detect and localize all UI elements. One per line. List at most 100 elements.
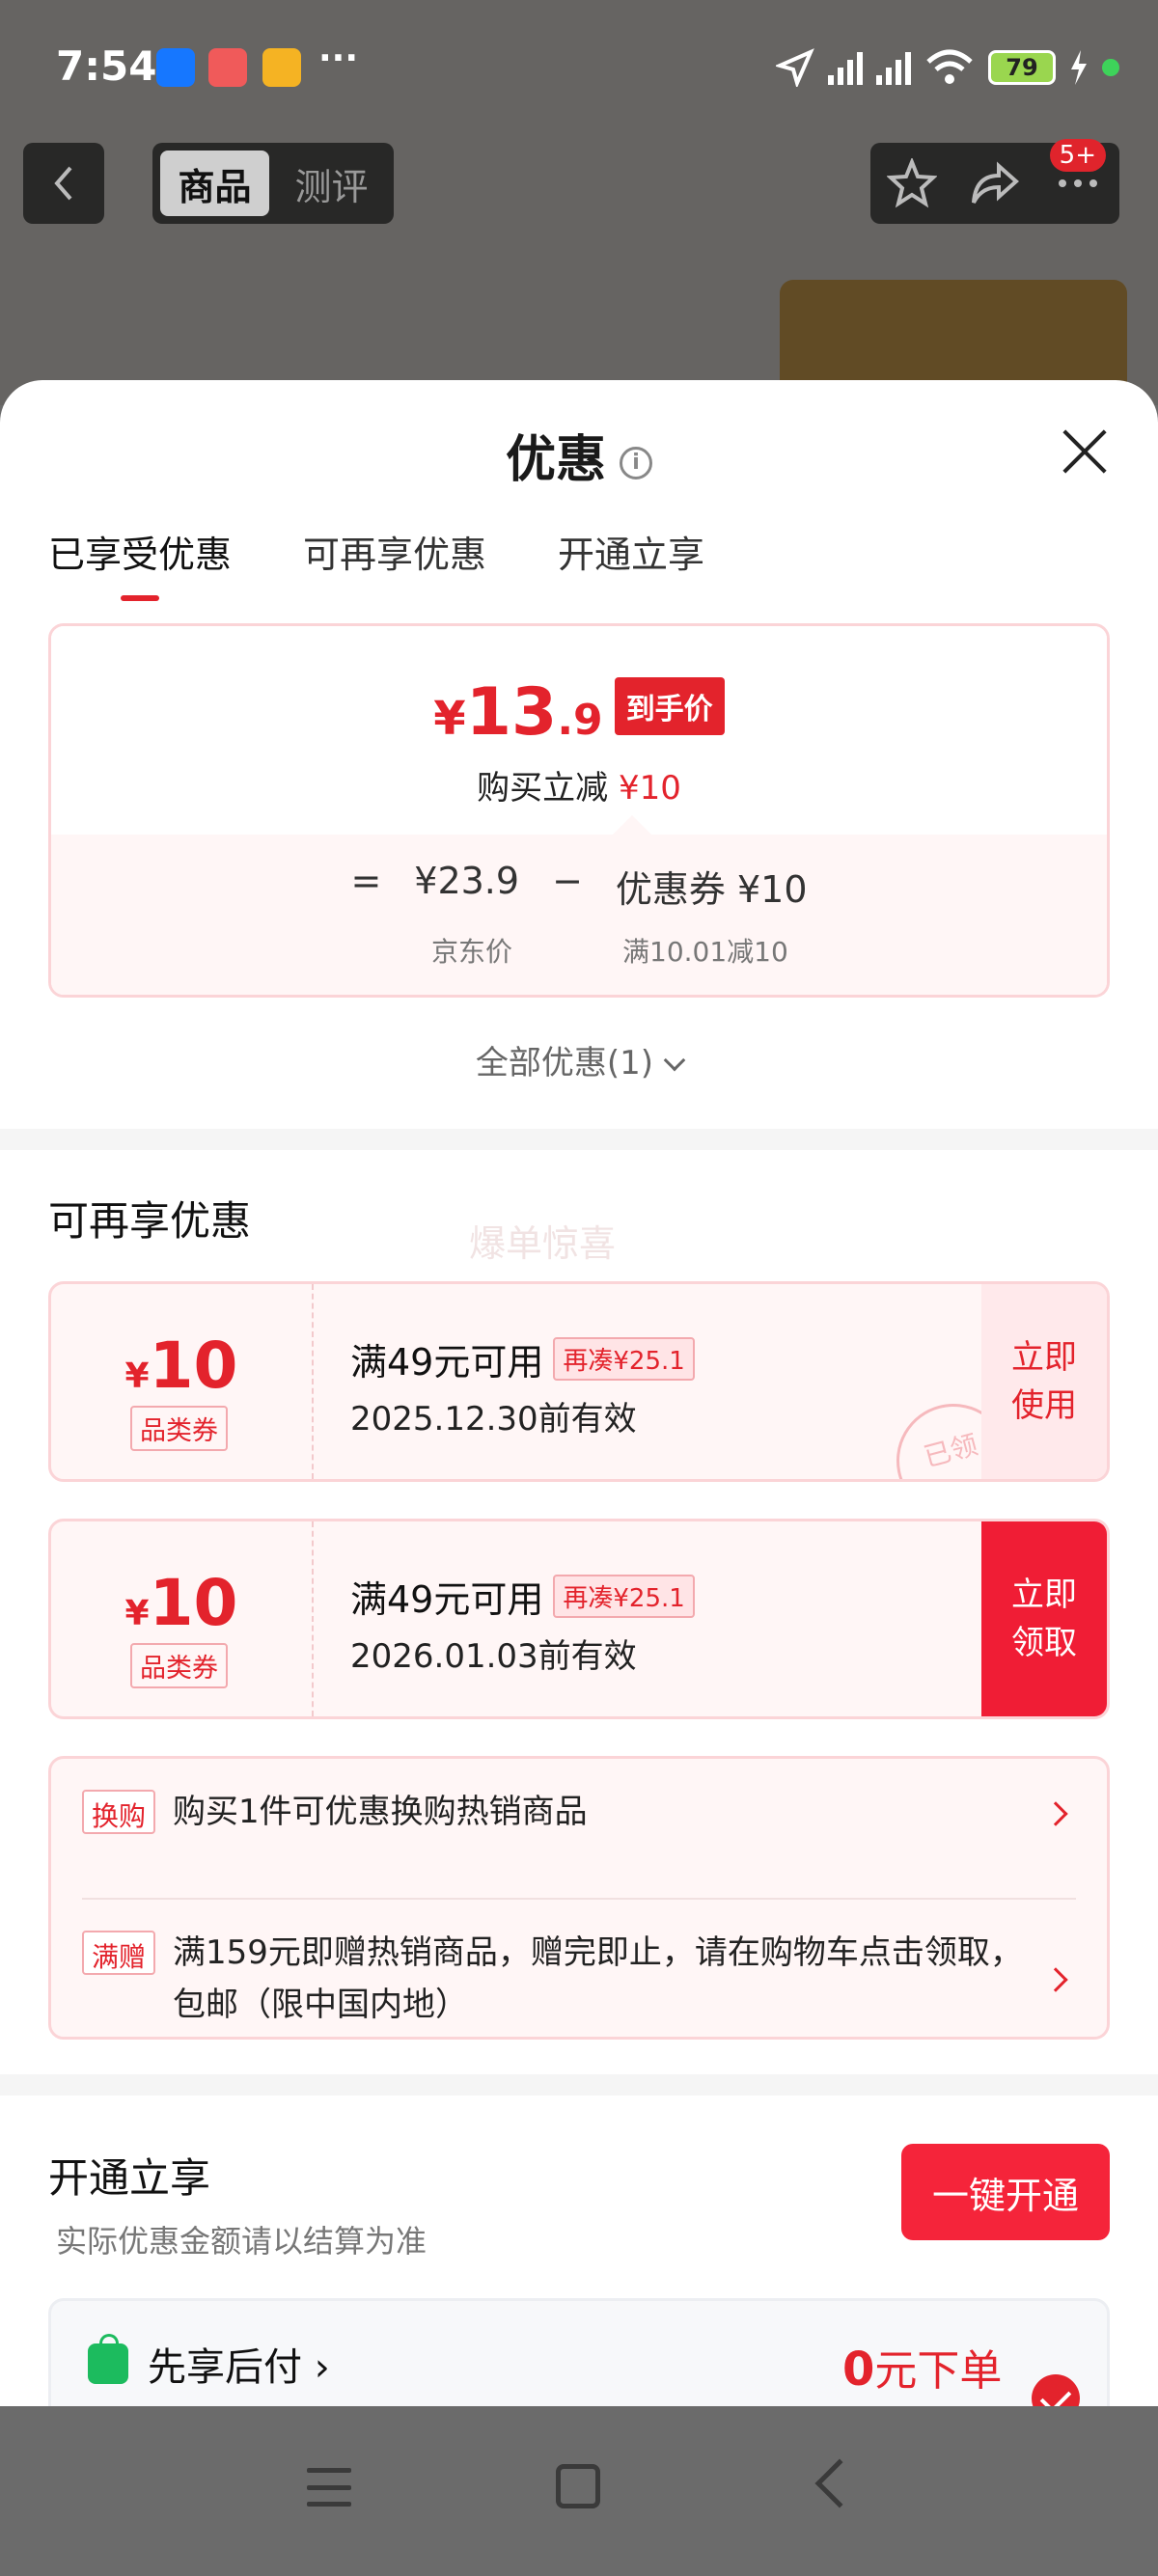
sheet-title-text: 优惠 (505, 431, 606, 489)
home-icon[interactable] (556, 2464, 600, 2508)
price-integer: 13 (465, 674, 558, 751)
recent-apps-icon[interactable] (307, 2468, 351, 2507)
discount-sheet: 优惠 i 已享受优惠 可再享优惠 开通立享 ¥13.9 到手价 购买立减 ¥10 =… (0, 380, 1158, 2406)
signal-icon (828, 50, 863, 85)
coupon-deduction: 优惠券 ¥10 (615, 868, 808, 911)
more-notifications: ··· (318, 39, 359, 78)
coupon-gap-chip: 再凑¥25.1 (553, 1575, 695, 1618)
price-breakdown: = ¥23.9 − 优惠券 ¥10 京东价 满10.01减10 (51, 815, 1107, 995)
currency-symbol: ¥ (433, 692, 466, 746)
final-price: ¥13.9 (433, 674, 602, 751)
final-price-row: ¥13.9 到手价 (51, 674, 1107, 751)
star-icon[interactable] (887, 158, 937, 208)
pay-later-suffix: 元下单 (874, 2346, 1003, 2396)
use-now-button[interactable]: 立即使用 (981, 1284, 1107, 1479)
promo-list: 换购 购买1件可优惠换购热销商品 满赠 满159元即赠热销商品，赠完即止，请在购… (48, 1756, 1110, 2040)
chevron-right-icon (1043, 1801, 1068, 1826)
tab-open[interactable]: 开通立享 (558, 525, 704, 601)
promo-tag: 换购 (82, 1790, 156, 1834)
chevron-down-icon (663, 1049, 686, 1072)
final-price-tag: 到手价 (614, 677, 725, 735)
settlement-note: 实际优惠金额请以结算为准 (56, 2223, 427, 2260)
coupon-value-area: ¥10 品类券 (51, 1284, 314, 1479)
coupon-amount-value: 10 (149, 1329, 238, 1403)
coupon-expiry: 2025.12.30前有效 (350, 1400, 637, 1439)
coupon-value-area: ¥10 品类券 (51, 1521, 314, 1716)
promo-text: 满159元即赠热销商品，赠完即止，请在购物车点击领取，包邮（限中国内地） (173, 1933, 1023, 2024)
section-divider (0, 2074, 1158, 2096)
coupon-threshold-text: 满49元可用 (350, 1341, 544, 1384)
back-icon[interactable] (814, 2458, 865, 2508)
jd-price: ¥23.9 (414, 860, 520, 902)
minus-sign: − (552, 860, 583, 902)
promo-item-gift[interactable]: 满赠 满159元即赠热销商品，赠完即止，请在购物车点击领取，包邮（限中国内地） (82, 1931, 1076, 2031)
promo-tag: 满赠 (82, 1931, 156, 1975)
more-badge: 5+ (1049, 139, 1106, 172)
claim-now-button[interactable]: 立即领取 (981, 1521, 1107, 1716)
coupon-rule-label: 满10.01减10 (622, 936, 788, 968)
tab-enjoyed[interactable]: 已享受优惠 (48, 525, 232, 601)
coupon-expiry: 2026.01.03前有效 (350, 1637, 637, 1676)
final-price-card: ¥13.9 到手价 购买立减 ¥10 = ¥23.9 − 优惠券 ¥10 京东价 … (48, 623, 1110, 998)
wifi-icon (926, 49, 973, 84)
status-time: 7:54 (56, 42, 157, 90)
coupon-card: ¥10 品类券 满49元可用 再凑¥25.1 2026.01.03前有效 立即领取 (48, 1519, 1110, 1719)
coupon-currency: ¥ (124, 1357, 150, 1396)
tab-review[interactable]: 测评 (277, 151, 386, 216)
back-button[interactable] (23, 143, 104, 224)
all-discounts-toggle[interactable]: 全部优惠(1) (0, 1036, 1158, 1083)
signal-icon-2 (876, 50, 911, 85)
coupon-amount-value: 10 (149, 1566, 238, 1640)
status-icons: 79 (776, 48, 1119, 87)
tab-more[interactable]: 可再享优惠 (303, 525, 486, 601)
status-bar: 7:54 ··· 79 (0, 0, 1158, 135)
all-discounts-label: 全部优惠(1) (475, 1044, 654, 1082)
equals-sign: = (350, 860, 382, 902)
instant-discount-label: 购买立减 (477, 769, 609, 808)
pay-later-card[interactable]: 先享后付 › 0元下单 (48, 2298, 1110, 2406)
ghost-banner-text: 爆单惊喜 (469, 1222, 617, 1265)
breakdown-notch (613, 815, 651, 835)
nav-actions: 5+ (870, 139, 1119, 224)
system-nav-bar (0, 2406, 1158, 2576)
top-nav: 商品 测评 5+ (0, 139, 1158, 226)
coupon-threshold-text: 满49元可用 (350, 1578, 544, 1621)
close-button[interactable] (1060, 426, 1110, 477)
check-icon[interactable] (1032, 2374, 1080, 2406)
one-click-open-button[interactable]: 一键开通 (901, 2144, 1110, 2240)
discount-tabs: 已享受优惠 可再享优惠 开通立享 (48, 525, 704, 601)
coupon-card: ¥10 品类券 满49元可用 再凑¥25.1 2025.12.30前有效 已领 立… (48, 1281, 1110, 1482)
notes-icon (262, 48, 301, 87)
charging-icon (1071, 50, 1087, 85)
price-decimal: .9 (557, 696, 603, 745)
coupon-currency: ¥ (124, 1594, 150, 1633)
promo-divider (82, 1898, 1076, 1900)
battery-icon: 79 (988, 50, 1056, 85)
tab-product[interactable]: 商品 (160, 151, 269, 216)
info-icon[interactable]: i (620, 447, 652, 480)
use-now-label: 立即使用 (1011, 1338, 1077, 1425)
open-section-title: 开通立享 (48, 2154, 211, 2202)
coupon-amount: ¥10 (51, 1329, 312, 1403)
coupon-type: 品类券 (130, 1643, 228, 1688)
coupon-amount: ¥10 (51, 1566, 312, 1640)
instant-discount-amount: ¥10 (618, 769, 681, 808)
sheet-title: 优惠 i (0, 419, 1158, 491)
chevron-left-icon (54, 166, 72, 201)
coupon-gap-chip: 再凑¥25.1 (553, 1337, 695, 1381)
pay-later-label: 先享后付 › (148, 2345, 330, 2390)
alipay-icon (156, 48, 195, 87)
coupon-threshold: 满49元可用 再凑¥25.1 (350, 1332, 695, 1385)
price-formula: = ¥23.9 − 优惠券 ¥10 (51, 860, 1107, 913)
instant-discount: 购买立减 ¥10 (51, 761, 1107, 808)
jd-price-label: 京东价 (431, 936, 513, 968)
share-icon[interactable] (970, 158, 1020, 208)
shopping-bag-icon (88, 2334, 128, 2384)
pay-later-offer: 0元下单 (842, 2336, 1002, 2398)
location-arrow-icon (776, 48, 814, 87)
privacy-dot (1102, 59, 1119, 76)
promo-text: 购买1件可优惠换购热销商品 (173, 1793, 588, 1831)
promo-item-exchange[interactable]: 换购 购买1件可优惠换购热销商品 (82, 1790, 1076, 1838)
price-top: ¥13.9 到手价 购买立减 ¥10 (51, 626, 1107, 835)
pay-later-amount: 0 (842, 2343, 875, 2397)
